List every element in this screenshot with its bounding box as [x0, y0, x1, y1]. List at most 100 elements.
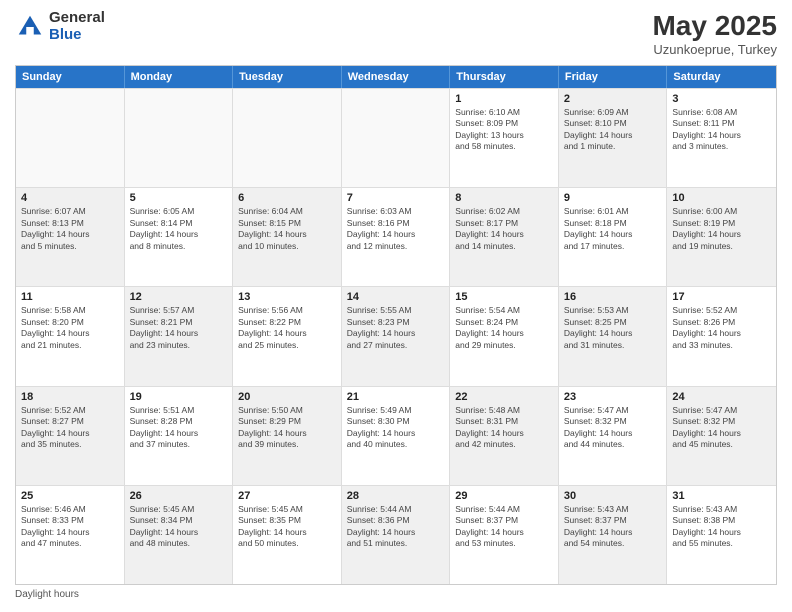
day-number: 17: [672, 291, 771, 303]
title-area: May 2025 Uzunkoeprue, Turkey: [652, 10, 777, 57]
day-number: 1: [455, 93, 553, 105]
calendar-cell: [342, 89, 451, 187]
day-number: 18: [21, 391, 119, 403]
calendar-cell: 28 Sunrise: 5:44 AM Sunset: 8:36 PM Dayli…: [342, 486, 451, 584]
main-title: May 2025: [652, 10, 777, 42]
cell-text: Sunrise: 6:08 AM Sunset: 8:11 PM Dayligh…: [672, 107, 771, 153]
footer-note: Daylight hours: [15, 585, 777, 602]
cell-text: Sunrise: 5:47 AM Sunset: 8:32 PM Dayligh…: [672, 405, 771, 451]
day-number: 19: [130, 391, 228, 403]
cell-text: Sunrise: 5:56 AM Sunset: 8:22 PM Dayligh…: [238, 305, 336, 351]
calendar-cell: 17 Sunrise: 5:52 AM Sunset: 8:26 PM Dayli…: [667, 287, 776, 385]
day-number: 4: [21, 192, 119, 204]
calendar-cell: 27 Sunrise: 5:45 AM Sunset: 8:35 PM Dayli…: [233, 486, 342, 584]
cell-text: Sunrise: 6:05 AM Sunset: 8:14 PM Dayligh…: [130, 206, 228, 252]
cell-text: Sunrise: 5:46 AM Sunset: 8:33 PM Dayligh…: [21, 504, 119, 550]
cell-text: Sunrise: 6:04 AM Sunset: 8:15 PM Dayligh…: [238, 206, 336, 252]
calendar-cell: [16, 89, 125, 187]
cell-text: Sunrise: 5:43 AM Sunset: 8:38 PM Dayligh…: [672, 504, 771, 550]
cell-text: Sunrise: 5:45 AM Sunset: 8:35 PM Dayligh…: [238, 504, 336, 550]
cell-text: Sunrise: 6:02 AM Sunset: 8:17 PM Dayligh…: [455, 206, 553, 252]
day-header-thursday: Thursday: [450, 66, 559, 88]
day-number: 11: [21, 291, 119, 303]
day-number: 29: [455, 490, 553, 502]
cell-text: Sunrise: 5:43 AM Sunset: 8:37 PM Dayligh…: [564, 504, 662, 550]
logo-icon: [15, 12, 45, 42]
calendar-cell: 21Sunrise: 5:49 AM Sunset: 8:30 PM Dayli…: [342, 387, 451, 485]
calendar-cell: 30 Sunrise: 5:43 AM Sunset: 8:37 PM Dayli…: [559, 486, 668, 584]
calendar-cell: 18 Sunrise: 5:52 AM Sunset: 8:27 PM Dayli…: [16, 387, 125, 485]
calendar-cell: 12 Sunrise: 5:57 AM Sunset: 8:21 PM Dayli…: [125, 287, 234, 385]
calendar-cell: 8Sunrise: 6:02 AM Sunset: 8:17 PM Daylig…: [450, 188, 559, 286]
day-number: 21: [347, 391, 445, 403]
calendar-row: 25 Sunrise: 5:46 AM Sunset: 8:33 PM Dayli…: [16, 485, 776, 584]
calendar-row: 1Sunrise: 6:10 AM Sunset: 8:09 PM Daylig…: [16, 88, 776, 187]
calendar-cell: 15Sunrise: 5:54 AM Sunset: 8:24 PM Dayli…: [450, 287, 559, 385]
calendar-row: 11 Sunrise: 5:58 AM Sunset: 8:20 PM Dayli…: [16, 286, 776, 385]
day-number: 3: [672, 93, 771, 105]
calendar-cell: 9 Sunrise: 6:01 AM Sunset: 8:18 PM Daylig…: [559, 188, 668, 286]
cell-text: Sunrise: 6:01 AM Sunset: 8:18 PM Dayligh…: [564, 206, 662, 252]
cell-text: Sunrise: 5:53 AM Sunset: 8:25 PM Dayligh…: [564, 305, 662, 351]
cell-text: Sunrise: 6:00 AM Sunset: 8:19 PM Dayligh…: [672, 206, 771, 252]
cell-text: Sunrise: 5:45 AM Sunset: 8:34 PM Dayligh…: [130, 504, 228, 550]
calendar-cell: 6Sunrise: 6:04 AM Sunset: 8:15 PM Daylig…: [233, 188, 342, 286]
day-number: 12: [130, 291, 228, 303]
day-header-wednesday: Wednesday: [342, 66, 451, 88]
cell-text: Sunrise: 5:51 AM Sunset: 8:28 PM Dayligh…: [130, 405, 228, 451]
calendar-cell: 22Sunrise: 5:48 AM Sunset: 8:31 PM Dayli…: [450, 387, 559, 485]
logo-general-text: General: [49, 10, 105, 27]
day-number: 22: [455, 391, 553, 403]
calendar-cell: [125, 89, 234, 187]
calendar-cell: 3 Sunrise: 6:08 AM Sunset: 8:11 PM Daylig…: [667, 89, 776, 187]
cell-text: Sunrise: 5:52 AM Sunset: 8:27 PM Dayligh…: [21, 405, 119, 451]
day-number: 24: [672, 391, 771, 403]
logo-blue-text: Blue: [49, 27, 105, 44]
calendar-row: 18 Sunrise: 5:52 AM Sunset: 8:27 PM Dayli…: [16, 386, 776, 485]
calendar-cell: 7Sunrise: 6:03 AM Sunset: 8:16 PM Daylig…: [342, 188, 451, 286]
day-number: 30: [564, 490, 662, 502]
cell-text: Sunrise: 5:47 AM Sunset: 8:32 PM Dayligh…: [564, 405, 662, 451]
calendar-cell: 1Sunrise: 6:10 AM Sunset: 8:09 PM Daylig…: [450, 89, 559, 187]
calendar-cell: 26 Sunrise: 5:45 AM Sunset: 8:34 PM Dayli…: [125, 486, 234, 584]
day-number: 27: [238, 490, 336, 502]
calendar-cell: 2Sunrise: 6:09 AM Sunset: 8:10 PM Daylig…: [559, 89, 668, 187]
day-number: 28: [347, 490, 445, 502]
calendar-cell: 5Sunrise: 6:05 AM Sunset: 8:14 PM Daylig…: [125, 188, 234, 286]
day-number: 26: [130, 490, 228, 502]
day-number: 15: [455, 291, 553, 303]
calendar-body: 1Sunrise: 6:10 AM Sunset: 8:09 PM Daylig…: [16, 88, 776, 584]
subtitle: Uzunkoeprue, Turkey: [652, 42, 777, 57]
cell-text: Sunrise: 6:03 AM Sunset: 8:16 PM Dayligh…: [347, 206, 445, 252]
calendar-cell: 16Sunrise: 5:53 AM Sunset: 8:25 PM Dayli…: [559, 287, 668, 385]
day-number: 20: [238, 391, 336, 403]
cell-text: Sunrise: 5:57 AM Sunset: 8:21 PM Dayligh…: [130, 305, 228, 351]
calendar-cell: 20 Sunrise: 5:50 AM Sunset: 8:29 PM Dayli…: [233, 387, 342, 485]
calendar-cell: 11 Sunrise: 5:58 AM Sunset: 8:20 PM Dayli…: [16, 287, 125, 385]
calendar-header: SundayMondayTuesdayWednesdayThursdayFrid…: [16, 66, 776, 88]
calendar-cell: 10 Sunrise: 6:00 AM Sunset: 8:19 PM Dayli…: [667, 188, 776, 286]
cell-text: Sunrise: 5:50 AM Sunset: 8:29 PM Dayligh…: [238, 405, 336, 451]
day-number: 10: [672, 192, 771, 204]
day-number: 25: [21, 490, 119, 502]
cell-text: Sunrise: 6:07 AM Sunset: 8:13 PM Dayligh…: [21, 206, 119, 252]
day-number: 13: [238, 291, 336, 303]
cell-text: Sunrise: 6:09 AM Sunset: 8:10 PM Dayligh…: [564, 107, 662, 153]
day-header-monday: Monday: [125, 66, 234, 88]
cell-text: Sunrise: 5:52 AM Sunset: 8:26 PM Dayligh…: [672, 305, 771, 351]
page: General Blue May 2025 Uzunkoeprue, Turke…: [0, 0, 792, 612]
day-number: 31: [672, 490, 771, 502]
cell-text: Sunrise: 5:44 AM Sunset: 8:36 PM Dayligh…: [347, 504, 445, 550]
day-number: 23: [564, 391, 662, 403]
calendar-cell: 19 Sunrise: 5:51 AM Sunset: 8:28 PM Dayli…: [125, 387, 234, 485]
cell-text: Sunrise: 5:55 AM Sunset: 8:23 PM Dayligh…: [347, 305, 445, 351]
day-number: 14: [347, 291, 445, 303]
calendar-cell: 13 Sunrise: 5:56 AM Sunset: 8:22 PM Dayli…: [233, 287, 342, 385]
day-header-tuesday: Tuesday: [233, 66, 342, 88]
day-header-saturday: Saturday: [667, 66, 776, 88]
cell-text: Sunrise: 5:58 AM Sunset: 8:20 PM Dayligh…: [21, 305, 119, 351]
day-number: 9: [564, 192, 662, 204]
header: General Blue May 2025 Uzunkoeprue, Turke…: [15, 10, 777, 57]
calendar-cell: 29Sunrise: 5:44 AM Sunset: 8:37 PM Dayli…: [450, 486, 559, 584]
day-header-friday: Friday: [559, 66, 668, 88]
